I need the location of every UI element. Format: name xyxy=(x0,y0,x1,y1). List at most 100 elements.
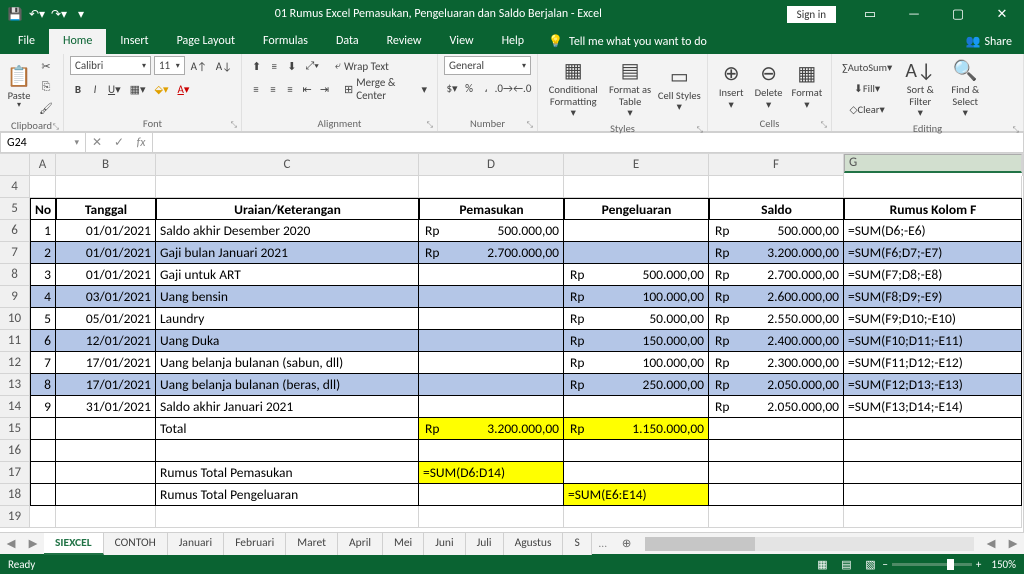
cell[interactable] xyxy=(30,462,56,484)
format-cells-button[interactable]: ▦Format▾ xyxy=(789,59,825,112)
cell[interactable] xyxy=(564,506,709,528)
horizontal-scrollbar[interactable] xyxy=(645,537,974,551)
cell[interactable]: Rp2.550.000,00 xyxy=(709,308,844,330)
format-painter-button[interactable]: 🖌 xyxy=(35,98,57,118)
cell[interactable]: Rumus Kolom F xyxy=(844,198,1022,220)
signin-button[interactable]: Sign in xyxy=(787,6,836,23)
cell[interactable] xyxy=(844,176,1022,198)
cell[interactable]: Rp1.150.000,00 xyxy=(564,418,709,440)
sheet-tab-juni[interactable]: Juni xyxy=(424,533,465,555)
worksheet[interactable]: ABCDEFG 45678910111213141516171819 NoTan… xyxy=(0,154,1024,532)
font-size[interactable]: 11▾ xyxy=(154,56,185,75)
cell[interactable] xyxy=(844,484,1022,506)
cell[interactable] xyxy=(419,352,564,374)
sheet-tab-januari[interactable]: Januari xyxy=(168,533,224,555)
cancel-formula-icon[interactable]: ✕ xyxy=(86,135,108,150)
cell[interactable]: Uang bensin xyxy=(156,286,419,308)
col-header-E[interactable]: E xyxy=(564,154,709,176)
tab-insert[interactable]: Insert xyxy=(106,29,162,54)
cell[interactable]: 01/01/2021 xyxy=(56,264,156,286)
cell[interactable] xyxy=(564,462,709,484)
cell[interactable] xyxy=(56,176,156,198)
bold-button[interactable]: B xyxy=(70,79,86,99)
cell[interactable]: No xyxy=(30,198,56,220)
enter-formula-icon[interactable]: ✓ xyxy=(108,135,130,150)
cell[interactable]: Saldo akhir Desember 2020 xyxy=(156,220,419,242)
cell[interactable]: Pemasukan xyxy=(419,198,564,220)
cell[interactable] xyxy=(30,484,56,506)
tab-data[interactable]: Data xyxy=(322,29,373,54)
cell[interactable]: Laundry xyxy=(156,308,419,330)
comma-button[interactable]: ، xyxy=(478,78,494,98)
cell[interactable]: Rp2.600.000,00 xyxy=(709,286,844,308)
percent-button[interactable]: % xyxy=(461,78,477,98)
cell[interactable]: Uang belanja bulanan (sabun, dll) xyxy=(156,352,419,374)
delete-cells-button[interactable]: ⊖Delete▾ xyxy=(751,59,785,112)
cell[interactable] xyxy=(56,440,156,462)
copy-button[interactable]: ⎘ xyxy=(35,77,57,97)
cell[interactable]: =SUM(D6;-E6) xyxy=(844,220,1022,242)
align-left-button[interactable]: ≡ xyxy=(248,79,264,99)
tab-home[interactable]: Home xyxy=(49,29,106,54)
cell[interactable] xyxy=(844,440,1022,462)
undo-icon[interactable]: ↶▾ xyxy=(28,5,46,23)
number-format[interactable]: General▾ xyxy=(444,56,531,75)
cell-styles-button[interactable]: ▭Cell Styles ▾ xyxy=(658,62,701,115)
cell[interactable]: =SUM(F6;D7;-E7) xyxy=(844,242,1022,264)
row-header-8[interactable]: 8 xyxy=(0,264,30,286)
cell[interactable] xyxy=(844,506,1022,528)
tell-me[interactable]: 💡Tell me what you want to do xyxy=(538,29,717,54)
cell[interactable]: Rp2.050.000,00 xyxy=(709,396,844,418)
cell[interactable]: Rp2.300.000,00 xyxy=(709,352,844,374)
cell[interactable]: Total xyxy=(156,418,419,440)
conditional-formatting-button[interactable]: ▦Conditional Formatting ▾ xyxy=(544,56,603,121)
cell[interactable] xyxy=(419,440,564,462)
row-header-7[interactable]: 7 xyxy=(0,242,30,264)
minimize-icon[interactable]: — xyxy=(892,0,936,28)
align-bottom-button[interactable]: ⬇ xyxy=(283,56,300,76)
cell[interactable] xyxy=(30,506,56,528)
col-header-G[interactable]: G xyxy=(844,154,1022,173)
cell[interactable] xyxy=(156,506,419,528)
fx-icon[interactable]: fx xyxy=(130,136,152,150)
cell[interactable]: Uang belanja bulanan (beras, dll) xyxy=(156,374,419,396)
increase-font-button[interactable]: A↑ xyxy=(188,56,210,76)
view-page-layout-icon[interactable]: ▤ xyxy=(834,558,858,571)
cell[interactable] xyxy=(419,330,564,352)
sheet-tab-mei[interactable]: Mei xyxy=(383,533,424,555)
cell[interactable]: Rp500.000,00 xyxy=(564,264,709,286)
cell[interactable] xyxy=(564,220,709,242)
increase-indent-button[interactable]: ⇥ xyxy=(316,79,332,99)
borders-button[interactable]: ▦▾ xyxy=(126,79,150,99)
tab-help[interactable]: Help xyxy=(488,29,539,54)
hscroll-thumb[interactable] xyxy=(645,537,755,551)
cell[interactable] xyxy=(156,176,419,198)
row-header-5[interactable]: 5 xyxy=(0,198,30,220)
sheet-tab-juli[interactable]: Juli xyxy=(466,533,504,555)
row-header-16[interactable]: 16 xyxy=(0,440,30,462)
format-as-table-button[interactable]: ▤Format as Table ▾ xyxy=(606,56,655,121)
sheet-tab-agustus[interactable]: Agustus xyxy=(504,533,564,555)
orientation-button[interactable]: ⤢▾ xyxy=(301,56,322,76)
maximize-icon[interactable]: ▢ xyxy=(936,0,980,28)
cell[interactable]: Uang Duka xyxy=(156,330,419,352)
qat-customize-icon[interactable]: ▾ xyxy=(72,5,90,23)
zoom-value[interactable]: 150% xyxy=(991,558,1016,571)
align-middle-button[interactable]: ≡ xyxy=(266,56,282,76)
ribbon-options-icon[interactable]: ▭ xyxy=(848,0,892,28)
cell[interactable]: 4 xyxy=(30,286,56,308)
formula-input[interactable] xyxy=(153,132,1024,153)
cell[interactable]: 2 xyxy=(30,242,56,264)
italic-button[interactable]: I xyxy=(87,79,103,99)
cell[interactable] xyxy=(56,484,156,506)
cell[interactable]: Rp500.000,00 xyxy=(419,220,564,242)
cell[interactable]: =SUM(F8;D9;-E9) xyxy=(844,286,1022,308)
cell[interactable]: Rp150.000,00 xyxy=(564,330,709,352)
cell[interactable]: =SUM(F7;D8;-E8) xyxy=(844,264,1022,286)
cell[interactable] xyxy=(709,484,844,506)
cell[interactable] xyxy=(419,286,564,308)
cell[interactable]: Rumus Total Pengeluaran xyxy=(156,484,419,506)
cell[interactable]: 01/01/2021 xyxy=(56,242,156,264)
tab-file[interactable]: File xyxy=(4,29,49,54)
cell[interactable]: 17/01/2021 xyxy=(56,374,156,396)
